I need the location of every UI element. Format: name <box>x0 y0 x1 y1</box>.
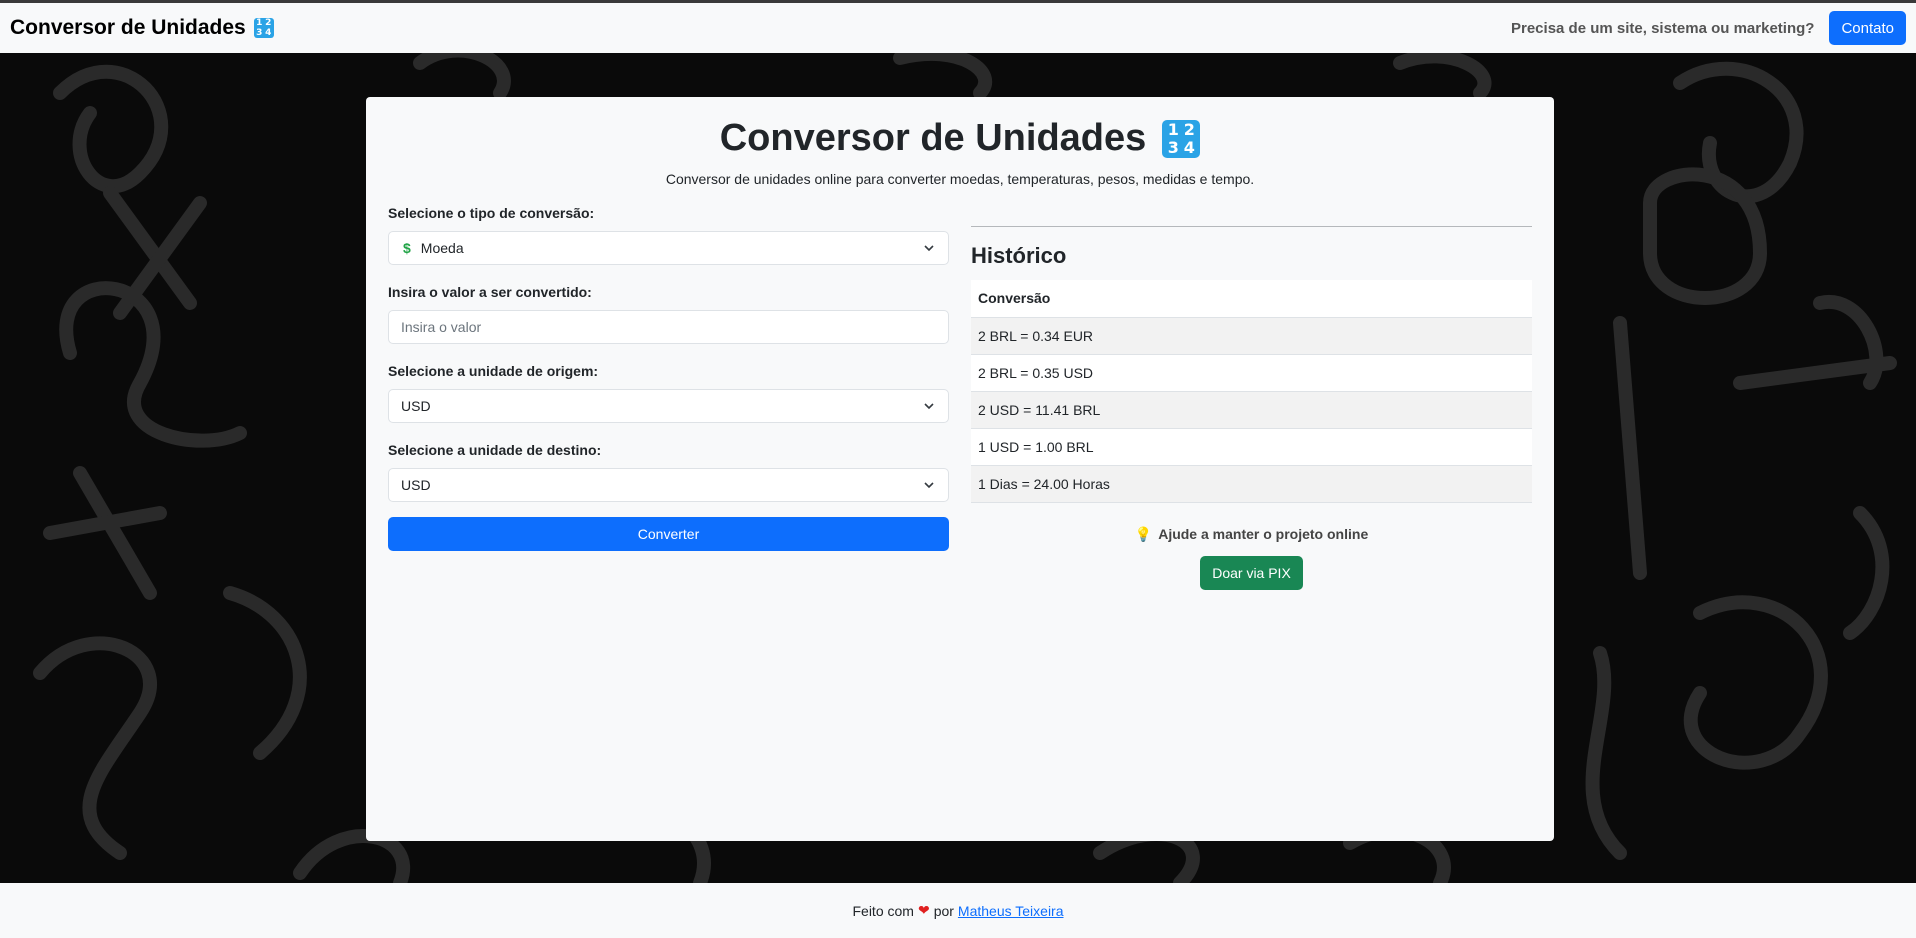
history-panel: Histórico Conversão 2 BRL = 0.34 EUR 2 B… <box>971 226 1532 590</box>
converter-card: Conversor de Unidades 1234 Conversor de … <box>366 97 1554 841</box>
conversion-form: Selecione o tipo de conversão: $ Moeda I… <box>388 205 949 551</box>
heart-icon: ❤ <box>917 902 930 918</box>
dollar-icon: $ <box>403 240 411 256</box>
history-column-header: Conversão <box>971 280 1532 318</box>
history-cell: 2 BRL = 0.34 EUR <box>971 317 1532 355</box>
donate-message: 💡 Ajude a manter o projeto online <box>971 526 1532 543</box>
history-cell: 1 USD = 1.00 BRL <box>971 428 1532 466</box>
origin-unit-label: Selecione a unidade de origem: <box>388 363 599 379</box>
destination-unit-select[interactable]: USD <box>388 468 949 502</box>
table-header-row: Conversão <box>971 280 1532 318</box>
conversion-type-label: Selecione o tipo de conversão: <box>388 205 595 221</box>
history-table: Conversão 2 BRL = 0.34 EUR 2 BRL = 0.35 … <box>971 280 1532 503</box>
footer-by: por <box>933 902 954 919</box>
history-title: Histórico <box>971 243 1067 268</box>
nav-right: Precisa de um site, sistema ou marketing… <box>1511 11 1906 45</box>
table-row: 2 BRL = 0.35 USD <box>971 354 1532 392</box>
author-link[interactable]: Matheus Teixeira <box>958 903 1064 919</box>
chevron-down-icon <box>924 482 934 489</box>
value-input[interactable]: Insira o valor <box>388 310 949 344</box>
donate-pix-button[interactable]: Doar via PIX <box>1200 555 1303 590</box>
footer-made-with: Feito com <box>852 902 914 919</box>
origin-unit-value: USD <box>401 398 431 414</box>
nav-tagline: Precisa de um site, sistema ou marketing… <box>1511 19 1815 37</box>
table-row: 2 BRL = 0.34 EUR <box>971 317 1532 355</box>
table-row: 1 Dias = 24.00 Horas <box>971 465 1532 503</box>
page-subtitle: Conversor de unidades online para conver… <box>665 171 1255 187</box>
donate-text: Ajude a manter o projeto online <box>1158 525 1369 542</box>
chevron-down-icon <box>924 245 934 252</box>
destination-unit-value: USD <box>401 477 431 493</box>
convert-button[interactable]: Converter <box>388 517 949 551</box>
history-cell: 2 BRL = 0.35 USD <box>971 354 1532 392</box>
chevron-down-icon <box>924 403 934 410</box>
page-title: Conversor de Unidades 1234 <box>366 117 1554 160</box>
lightbulb-icon: 💡 <box>1134 525 1153 542</box>
page-title-text: Conversor de Unidades <box>719 117 1147 159</box>
input-numbers-icon: 1234 <box>1162 119 1201 158</box>
value-label: Insira o valor a ser convertido: <box>388 284 592 300</box>
table-row: 2 USD = 11.41 BRL <box>971 391 1532 429</box>
footer: Feito com ❤ por Matheus Teixeira <box>0 883 1916 938</box>
value-input-placeholder: Insira o valor <box>401 319 482 335</box>
contact-button[interactable]: Contato <box>1829 11 1906 45</box>
history-cell: 1 Dias = 24.00 Horas <box>971 465 1532 503</box>
origin-unit-select[interactable]: USD <box>388 389 949 423</box>
history-cell: 2 USD = 11.41 BRL <box>971 391 1532 429</box>
destination-unit-label: Selecione a unidade de destino: <box>388 442 602 458</box>
conversion-type-select[interactable]: $ Moeda <box>388 231 949 265</box>
divider <box>971 226 1532 227</box>
brand[interactable]: Conversor de Unidades 1234 <box>10 16 274 40</box>
navbar: Conversor de Unidades 1234 Precisa de um… <box>0 3 1916 53</box>
brand-title: Conversor de Unidades <box>10 16 246 39</box>
input-numbers-icon: 1234 <box>253 18 274 38</box>
conversion-type-value: Moeda <box>420 240 464 256</box>
table-row: 1 USD = 1.00 BRL <box>971 428 1532 466</box>
